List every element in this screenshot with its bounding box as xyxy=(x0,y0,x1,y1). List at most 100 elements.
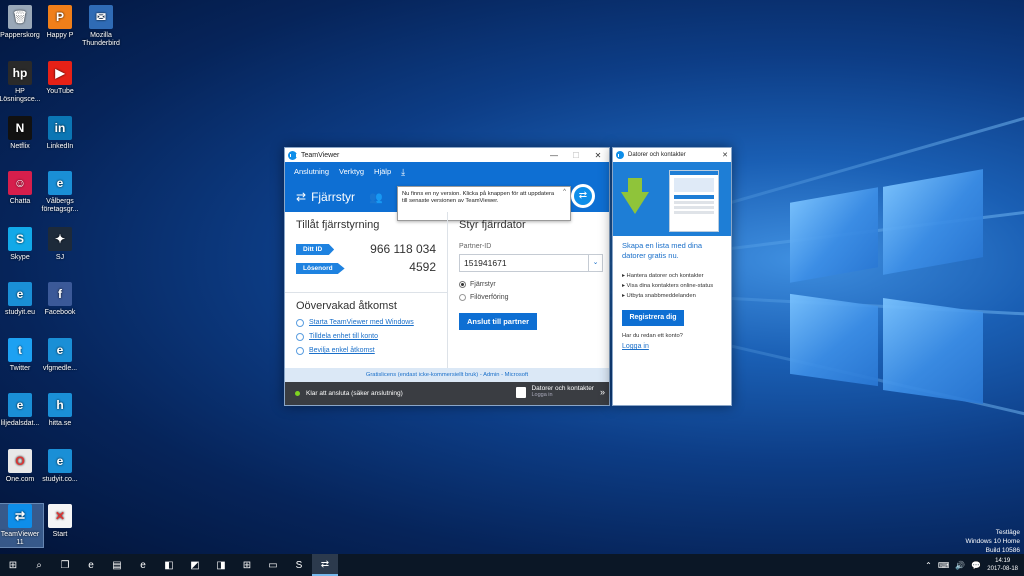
clock-time: 14:19 xyxy=(995,558,1011,564)
password-value[interactable]: 4592 xyxy=(409,260,436,274)
taskbar-app-icon[interactable]: ▤ xyxy=(104,554,130,576)
desktop-icon[interactable]: ✉ Mozilla Thunderbird xyxy=(78,5,124,48)
chevron-right-icon: » xyxy=(599,387,605,397)
title-bar[interactable]: TeamViewer — ☐ ✕ xyxy=(285,148,609,162)
radio-file-label: Filöverföring xyxy=(470,294,509,301)
radio-empty-icon xyxy=(296,319,304,327)
tab-fjarrstyr[interactable]: ⇄ Fjärrstyr 👥 xyxy=(296,190,383,204)
link-label: Bevilja enkel åtkomst xyxy=(309,347,375,354)
status-text: Klar att ansluta (säker anslutning) xyxy=(306,390,403,397)
taskbar: ⊞ ⌕ ❐ e ▤ e ◧ ◩ ◨ ⊞ ▭ S ⇄ ⌃ ⌨ 🔊 💬 14:19 2017-08-18 xyxy=(0,554,1024,576)
desktop-icon[interactable]: ✦ SJ xyxy=(37,227,83,262)
radio-empty-icon xyxy=(296,333,304,341)
update-tooltip-text: Nu finns en ny version. Klicka på knappe… xyxy=(402,191,555,204)
desktop-icon[interactable]: P Happy P xyxy=(37,5,83,40)
taskbar-app-icon[interactable]: ⇄ xyxy=(312,554,338,576)
watermark-line1: Testläge xyxy=(995,529,1020,536)
login-link[interactable]: Logga in xyxy=(622,343,722,350)
partner-id-field[interactable]: 151941671 ⌄ xyxy=(459,254,603,272)
desktop-icon-label: LinkedIn xyxy=(46,143,74,150)
id-value[interactable]: 966 118 034 xyxy=(370,242,436,256)
connect-button[interactable]: Anslut till partner xyxy=(459,313,537,330)
license-text: Gratislicens (endast icke-kommersiellt b… xyxy=(365,372,529,378)
control-title: Styr fjärrdator xyxy=(459,219,526,231)
clock[interactable]: 14:19 2017-08-18 xyxy=(987,557,1018,573)
desktop-icon[interactable]: e Vålbergs företagsgr... xyxy=(37,171,83,214)
radio-empty-icon xyxy=(296,347,304,355)
contacts-panel[interactable]: Datorer och kontakter ✕ Skapa en lista m… xyxy=(612,147,732,406)
taskbar-app-icon[interactable]: ◧ xyxy=(156,554,182,576)
link-start-with-windows[interactable]: Starta TeamViewer med Windows xyxy=(296,316,414,330)
keyboard-icon[interactable]: ⌨ xyxy=(938,561,950,570)
app-icon: e xyxy=(8,282,32,306)
app-icon: hp xyxy=(8,61,32,85)
desktop-icon[interactable]: e vfgmedle... xyxy=(37,338,83,373)
meeting-tab-icon[interactable]: 👥 xyxy=(369,191,383,204)
minimize-icon[interactable]: — xyxy=(543,151,565,160)
desktop-icon[interactable]: in LinkedIn xyxy=(37,116,83,151)
desktop-icon-label: hitta.se xyxy=(48,420,72,427)
chevron-down-icon[interactable]: ⌄ xyxy=(588,255,602,271)
teamviewer-logo-icon xyxy=(288,150,297,160)
desktop-icon[interactable]: ▶ YouTube xyxy=(37,61,83,96)
notifications-icon[interactable]: 💬 xyxy=(971,561,981,570)
menu-hjalp[interactable]: Hjälp xyxy=(374,167,391,178)
desktop-icon[interactable]: h hitta.se xyxy=(37,393,83,428)
teamviewer-window[interactable]: TeamViewer — ☐ ✕ Anslutning Verktyg Hjäl… xyxy=(284,147,610,406)
taskbar-app-icon[interactable]: ⊞ xyxy=(234,554,260,576)
volume-icon[interactable]: 🔊 xyxy=(955,561,965,570)
taskbar-app-icon[interactable]: ◩ xyxy=(182,554,208,576)
taskbar-app-icon[interactable]: ⌕ xyxy=(26,554,52,576)
maximize-icon[interactable]: ☐ xyxy=(565,151,587,160)
desktop-icon[interactable]: e studyit.co... xyxy=(37,449,83,484)
desktop-icon-label: Happy P xyxy=(46,32,74,39)
windows-watermark: Testläge Windows 10 Home Build 10586 xyxy=(965,528,1020,555)
register-button[interactable]: Registrera dig xyxy=(622,310,684,326)
start-button[interactable]: ⊞ xyxy=(0,554,26,576)
feature-list: ▸ Hantera datorer och kontakter ▸ Visa d… xyxy=(622,271,722,301)
unattended-title: Oövervakad åtkomst xyxy=(296,300,397,312)
watermark-line2: Windows 10 Home xyxy=(965,538,1020,545)
show-hidden-icons-icon[interactable]: ⌃ xyxy=(925,561,932,570)
app-icon: ☺ xyxy=(8,171,32,195)
taskbar-app-icon[interactable]: ◨ xyxy=(208,554,234,576)
taskbar-app-icon[interactable]: e xyxy=(130,554,156,576)
app-icon: e xyxy=(48,449,72,473)
teamviewer-badge-icon[interactable]: ⇄ xyxy=(571,184,595,208)
desktop-icon[interactable]: ✕ Start xyxy=(37,504,83,539)
taskbar-app-icon[interactable]: e xyxy=(78,554,104,576)
link-assign-device[interactable]: Tilldela enhet till konto xyxy=(296,330,414,344)
download-arrow-icon xyxy=(621,192,649,214)
desktop-icon[interactable]: f Facebook xyxy=(37,282,83,317)
feature-item: ▸ Hantera datorer och kontakter xyxy=(622,273,704,279)
app-icon: h xyxy=(48,393,72,417)
link-label: Starta TeamViewer med Windows xyxy=(309,319,414,326)
app-icon: e xyxy=(8,393,32,417)
menu-anslutning[interactable]: Anslutning xyxy=(294,167,329,178)
app-icon: e xyxy=(48,171,72,195)
computers-contacts-button[interactable]: Datorer och kontakter Logga in » xyxy=(516,385,605,399)
radio-file-transfer[interactable]: Filöverföring xyxy=(459,294,509,301)
taskbar-app-icon[interactable]: ❐ xyxy=(52,554,78,576)
download-update-icon[interactable]: ⤓ xyxy=(401,167,405,178)
contacts-title: Datorer och kontakter xyxy=(628,152,686,158)
allow-remote-title: Tillåt fjärrstyrning xyxy=(296,219,380,231)
id-tag: Ditt ID xyxy=(296,244,335,255)
app-icon: ✉ xyxy=(89,5,113,29)
contacts-title-bar[interactable]: Datorer och kontakter ✕ xyxy=(613,148,731,162)
app-icon: in xyxy=(48,116,72,140)
close-icon[interactable]: ✕ xyxy=(587,151,609,160)
password-row: Lösenord 4592 xyxy=(296,260,436,274)
taskbar-app-icon[interactable]: S xyxy=(286,554,312,576)
close-icon[interactable]: ✕ xyxy=(719,151,731,159)
arrows-icon: ⇄ xyxy=(296,190,307,204)
taskbar-app-icon[interactable]: ▭ xyxy=(260,554,286,576)
desktop-icon-label: Vålbergs företagsgr... xyxy=(41,198,79,213)
partner-id-label: Partner-ID xyxy=(459,243,492,250)
menu-verktyg[interactable]: Verktyg xyxy=(339,167,364,178)
link-easy-access[interactable]: Bevilja enkel åtkomst xyxy=(296,344,414,358)
tooltip-close-icon[interactable]: ^ xyxy=(563,189,566,196)
allow-remote-section: Tillåt fjärrstyrning Ditt ID 966 118 034… xyxy=(285,212,448,382)
radio-remote[interactable]: Fjärrstyr xyxy=(459,281,496,288)
main-body: Tillåt fjärrstyrning Ditt ID 966 118 034… xyxy=(285,212,609,382)
